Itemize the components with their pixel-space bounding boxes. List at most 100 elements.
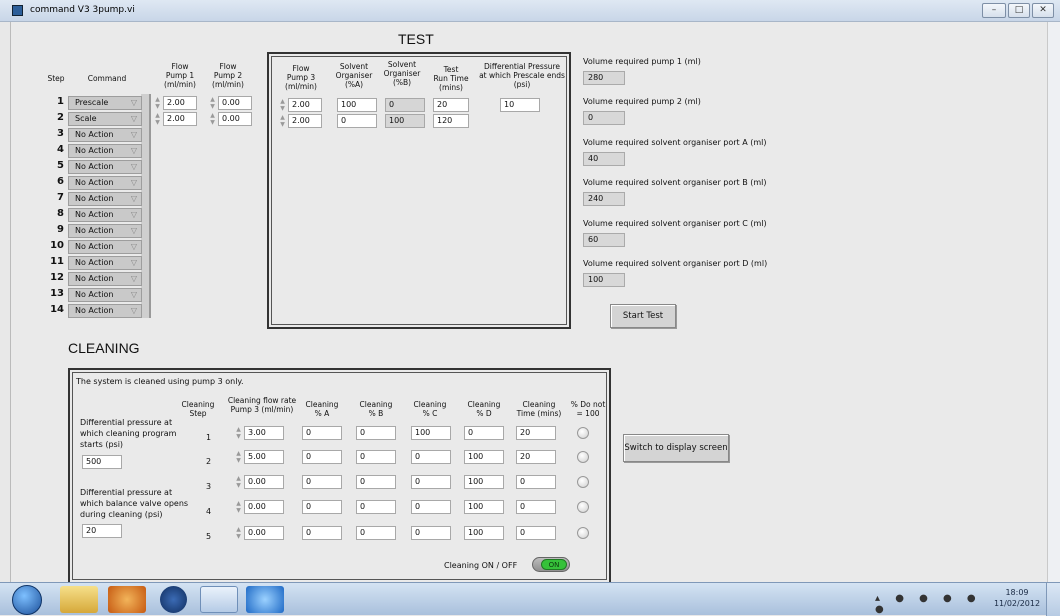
command-select[interactable]: No Action ▽ [68, 240, 142, 254]
maximize-button[interactable]: □ [1008, 3, 1030, 18]
prescale-pressure-input[interactable]: 10 [500, 98, 540, 112]
run-time-input[interactable]: 120 [433, 114, 469, 128]
solvent-b-indicator: 100 [385, 114, 425, 128]
cleaning-flow-stepper-icon[interactable]: ▲ ▼ [234, 426, 243, 440]
flow2-stepper-icon[interactable]: ▲ ▼ [208, 112, 217, 126]
step-number: 5 [57, 160, 64, 171]
flow1-stepper-icon[interactable]: ▲ ▼ [153, 96, 162, 110]
flow-pump2-input[interactable]: 0.00 [218, 112, 252, 126]
test-title: TEST [398, 31, 434, 47]
cleaning-time-input[interactable]: 20 [516, 426, 556, 440]
cleaning-b-input[interactable]: 0 [356, 426, 396, 440]
command-select[interactable]: No Action ▽ [68, 304, 142, 318]
solvent-a-input[interactable]: 100 [337, 98, 377, 112]
cleaning-a-input[interactable]: 0 [302, 526, 342, 540]
command-select[interactable]: Scale ▽ [68, 112, 142, 126]
cleaning-c-input[interactable]: 0 [411, 450, 451, 464]
cleaning-b-input[interactable]: 0 [356, 526, 396, 540]
run-time-input[interactable]: 20 [433, 98, 469, 112]
command-select[interactable]: No Action ▽ [68, 128, 142, 142]
labview-taskbar-icon[interactable] [200, 586, 238, 613]
close-button[interactable]: ✕ [1032, 3, 1054, 18]
cleaning-time-input[interactable]: 0 [516, 526, 556, 540]
start-test-button[interactable]: Start Test [610, 304, 676, 328]
cleaning-a-input[interactable]: 0 [302, 426, 342, 440]
flow2-stepper-icon[interactable]: ▲ ▼ [208, 96, 217, 110]
cleaning-flow-stepper-icon[interactable]: ▲ ▼ [234, 450, 243, 464]
cleaning-d-input[interactable]: 100 [464, 526, 504, 540]
cleaning-onoff-toggle[interactable]: ON [532, 557, 570, 572]
solvent-a-input[interactable]: 0 [337, 114, 377, 128]
step-number: 2 [57, 112, 64, 123]
dropdown-arrow-icon: ▽ [130, 290, 137, 299]
clock[interactable]: 18:09 11/02/2012 [993, 587, 1041, 609]
cleaning-flow-stepper-icon[interactable]: ▲ ▼ [234, 500, 243, 514]
flow-pump3-input[interactable]: 2.00 [288, 114, 322, 128]
internet-explorer-icon[interactable] [246, 586, 284, 613]
hp-icon[interactable] [160, 586, 187, 613]
flow3-stepper-icon[interactable]: ▲ ▼ [278, 114, 287, 128]
explorer-icon[interactable] [60, 586, 98, 613]
minimize-button[interactable]: – [982, 3, 1006, 18]
system-tray-icons[interactable]: ▴ ● ● ● ● ● [875, 593, 985, 615]
flow-pump1-input[interactable]: 2.00 [163, 112, 197, 126]
cleaning-step-number: 5 [206, 532, 212, 541]
volume-port-c-label: Volume required solvent organiser port C… [583, 219, 767, 228]
cleaning-a-input[interactable]: 0 [302, 450, 342, 464]
cleaning-b-input[interactable]: 0 [356, 450, 396, 464]
vertical-scrollbar[interactable] [1047, 22, 1060, 582]
command-array-scroll[interactable] [141, 94, 151, 318]
flow-pump2-input[interactable]: 0.00 [218, 96, 252, 110]
command-select[interactable]: Prescale ▽ [68, 96, 142, 110]
cleaning-d-header: Cleaning% D [467, 400, 501, 418]
media-player-icon[interactable] [108, 586, 146, 613]
command-select[interactable]: No Action ▽ [68, 256, 142, 270]
show-desktop-button[interactable] [1046, 583, 1060, 616]
step-number: 10 [50, 240, 64, 251]
command-select[interactable]: No Action ▽ [68, 224, 142, 238]
dp-balance-input[interactable]: 20 [82, 524, 122, 538]
command-select[interactable]: No Action ▽ [68, 208, 142, 222]
cleaning-time-input[interactable]: 20 [516, 450, 556, 464]
cleaning-b-input[interactable]: 0 [356, 475, 396, 489]
flow-pump3-input[interactable]: 2.00 [288, 98, 322, 112]
step-number: 4 [57, 144, 64, 155]
cleaning-time-input[interactable]: 0 [516, 500, 556, 514]
cleaning-d-input[interactable]: 100 [464, 450, 504, 464]
command-select[interactable]: No Action ▽ [68, 160, 142, 174]
flow-pump1-input[interactable]: 2.00 [163, 96, 197, 110]
cleaning-c-input[interactable]: 0 [411, 500, 451, 514]
cleaning-flow-input[interactable]: 0.00 [244, 526, 284, 540]
cleaning-time-input[interactable]: 0 [516, 475, 556, 489]
start-button-icon[interactable] [12, 585, 42, 615]
cleaning-d-input[interactable]: 100 [464, 475, 504, 489]
command-select[interactable]: No Action ▽ [68, 272, 142, 286]
cleaning-c-input[interactable]: 0 [411, 526, 451, 540]
flow3-stepper-icon[interactable]: ▲ ▼ [278, 98, 287, 112]
dp-start-input[interactable]: 500 [82, 455, 122, 469]
command-select[interactable]: No Action ▽ [68, 176, 142, 190]
cleaning-title: CLEANING [68, 340, 140, 356]
command-select[interactable]: No Action ▽ [68, 144, 142, 158]
cleaning-a-input[interactable]: 0 [302, 500, 342, 514]
cleaning-c-input[interactable]: 0 [411, 475, 451, 489]
cleaning-d-input[interactable]: 0 [464, 426, 504, 440]
flow1-stepper-icon[interactable]: ▲ ▼ [153, 112, 162, 126]
cleaning-d-input[interactable]: 100 [464, 500, 504, 514]
cleaning-flow-input[interactable]: 0.00 [244, 500, 284, 514]
cleaning-flow-input[interactable]: 3.00 [244, 426, 284, 440]
cleaning-c-input[interactable]: 100 [411, 426, 451, 440]
cleaning-flow-input[interactable]: 5.00 [244, 450, 284, 464]
cleaning-flow-stepper-icon[interactable]: ▲ ▼ [234, 475, 243, 489]
switch-display-button[interactable]: Switch to display screen [623, 434, 729, 462]
cleaning-a-header: Cleaning% A [305, 400, 339, 418]
cleaning-flow-stepper-icon[interactable]: ▲ ▼ [234, 526, 243, 540]
cleaning-flow-input[interactable]: 0.00 [244, 475, 284, 489]
cleaning-a-input[interactable]: 0 [302, 475, 342, 489]
flow1-header: Flow Pump 1 (ml/min) [164, 62, 196, 89]
cleaning-b-input[interactable]: 0 [356, 500, 396, 514]
command-select[interactable]: No Action ▽ [68, 288, 142, 302]
command-select[interactable]: No Action ▽ [68, 192, 142, 206]
dropdown-arrow-icon: ▽ [130, 178, 137, 187]
run-time-header: Test Run Time (mins) [433, 65, 469, 92]
